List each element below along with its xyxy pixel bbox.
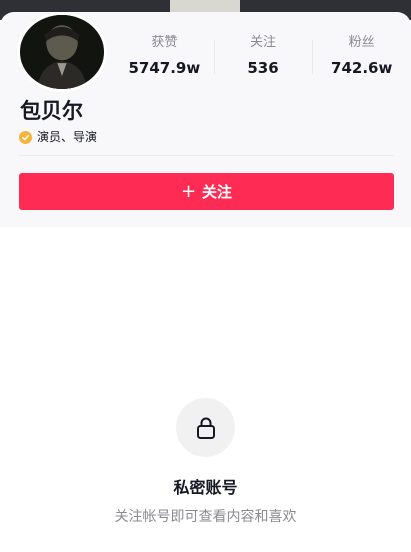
follow-button[interactable]: + 关注 xyxy=(19,173,394,210)
lock-icon xyxy=(196,417,215,439)
verified-check-icon xyxy=(19,130,32,144)
private-account-title: 私密账号 xyxy=(173,478,238,497)
avatar-image xyxy=(20,15,104,89)
stat-label: 粉丝 xyxy=(348,35,375,50)
stat-value: 536 xyxy=(247,59,279,77)
divider xyxy=(19,155,394,156)
avatar[interactable] xyxy=(17,12,107,92)
stat-label: 关注 xyxy=(250,35,277,50)
profile-name: 包贝尔 xyxy=(20,99,83,123)
stat-followers[interactable]: 粉丝 742.6w xyxy=(312,34,411,82)
private-account-subtitle: 关注帐号即可查看内容和喜欢 xyxy=(114,509,297,525)
verification-row: 演员、导演 xyxy=(19,129,97,145)
stat-following[interactable]: 关注 536 xyxy=(213,34,313,82)
profile-stats: 获赞 5747.9w 关注 536 粉丝 742.6w xyxy=(115,34,411,82)
stat-label: 获赞 xyxy=(151,35,178,50)
verification-text: 演员、导演 xyxy=(37,130,98,144)
follow-button-label: 关注 xyxy=(202,183,233,201)
lock-icon-container xyxy=(176,398,235,457)
plus-icon: + xyxy=(180,180,197,202)
stat-value: 5747.9w xyxy=(128,59,201,77)
stat-likes[interactable]: 获赞 5747.9w xyxy=(115,34,214,82)
stat-value: 742.6w xyxy=(331,59,393,77)
